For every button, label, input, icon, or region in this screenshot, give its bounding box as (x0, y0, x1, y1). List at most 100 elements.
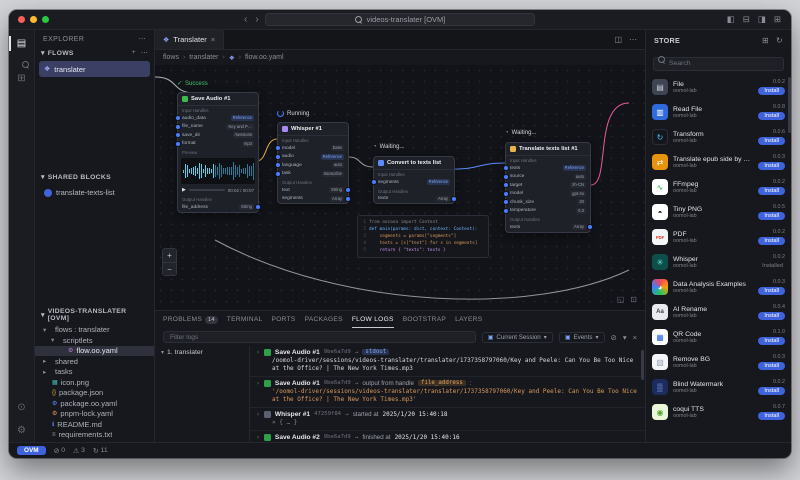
install-button[interactable]: Install (758, 137, 785, 145)
zoom-in-button[interactable]: + (163, 249, 176, 262)
clear-logs-icon[interactable] (611, 333, 617, 342)
store-scrollbar[interactable] (788, 76, 791, 133)
tree-item[interactable]: tasks (35, 367, 154, 378)
install-button[interactable]: Install (758, 187, 785, 195)
handle-row[interactable]: format mp3 (175, 140, 258, 149)
log-entry[interactable]: Save Audio #1 9be6a7d9 stdout /oomol-dri… (250, 346, 645, 377)
handle-row[interactable]: file_name Key and P… (175, 123, 258, 132)
scriptlet-code-editor[interactable]: 1 from oocana import Context 2 def main(… (357, 215, 489, 258)
zoom-out-button[interactable]: − (163, 262, 176, 275)
node-convert-to-texts-list[interactable]: Convert to texts list Input Handles segm… (371, 156, 457, 204)
settings-gear-icon[interactable] (9, 425, 34, 436)
tree-item[interactable]: ⚙ package.oo.yaml (35, 398, 154, 409)
panel-tab[interactable]: TERMINAL (227, 311, 263, 328)
explorer-activity-icon[interactable] (9, 36, 34, 51)
store-item[interactable]: PDF PDF oomol-lab 0.0.2 Install (652, 225, 785, 250)
tree-item[interactable]: {} package.json (35, 388, 154, 399)
session-select[interactable]: Current Session (481, 331, 553, 343)
tree-item[interactable]: scriptlets (35, 335, 154, 346)
explorer-more-icon[interactable] (139, 35, 146, 43)
install-button[interactable]: Install (758, 412, 785, 420)
handle-row[interactable]: source auto (503, 173, 590, 182)
play-icon[interactable] (182, 187, 186, 193)
breadcrumb-file[interactable]: flow.oo.yaml (245, 54, 284, 61)
collapse-panel-icon[interactable] (623, 333, 627, 342)
expander-icon[interactable] (256, 379, 260, 387)
waveform[interactable] (181, 158, 255, 184)
command-center[interactable]: videos-translater [OVM] (265, 13, 535, 26)
expander-icon[interactable] (256, 433, 260, 441)
store-search-input[interactable] (653, 56, 784, 71)
tree-item[interactable]: shared (35, 356, 154, 367)
install-button[interactable]: Install (758, 362, 785, 370)
filter-logs-input[interactable] (163, 331, 476, 343)
log-entry[interactable]: Save Audio #1 9be6a7d9 output from handl… (250, 377, 645, 408)
handle-row[interactable]: temperature 0.3 (503, 207, 590, 216)
toggle-panel-icon[interactable] (743, 14, 750, 25)
handle-row[interactable]: target zh-CN (503, 181, 590, 190)
store-item[interactable]: ∿ FFmpeg oomol-lab 0.0.2 Install (652, 175, 785, 200)
tree-item[interactable]: ℹ README.md (35, 419, 154, 430)
zoom-window-button[interactable] (42, 16, 49, 23)
add-flow-icon[interactable] (132, 49, 136, 57)
flows-more-icon[interactable] (141, 49, 148, 57)
log-tree-item[interactable]: 1. translater (161, 349, 243, 356)
store-grid-icon[interactable] (762, 36, 769, 45)
store-item[interactable]: ⇄ Translate epub side by side oomol-lab … (652, 150, 785, 175)
handle-row[interactable]: audio Reference (275, 153, 348, 162)
handle-row[interactable]: task transcribe (275, 170, 348, 179)
store-item[interactable]: ↻ Transform oomol-lab 0.0.6 Install (652, 125, 785, 150)
panel-tab[interactable]: BOOTSTRAP (403, 311, 446, 328)
extensions-activity-icon[interactable] (9, 73, 34, 84)
tree-item[interactable]: ▦ icon.png (35, 377, 154, 388)
install-button[interactable]: Install (758, 112, 785, 120)
store-item[interactable]: ▧ Remove BG oomol-lab 0.0.3 Install (652, 350, 785, 375)
store-item[interactable]: ▦ QR Code oomol-lab 0.1.0 Install (652, 325, 785, 350)
sidebar-item-translater[interactable]: translater (39, 61, 150, 77)
store-item[interactable]: ◕ Data Analysis Examples oomol-lab 0.0.3… (652, 275, 785, 300)
editor-more-icon[interactable] (629, 35, 637, 44)
close-tab-icon[interactable] (211, 35, 215, 44)
handle-row[interactable]: texts Reference (503, 164, 590, 173)
handle-row[interactable]: segments Array (278, 195, 351, 204)
install-button[interactable]: Install (758, 312, 785, 320)
handle-row[interactable]: texts Array (506, 223, 593, 232)
handle-row[interactable]: save_dir /sessions (175, 131, 258, 140)
split-editor-icon[interactable] (614, 35, 622, 44)
shared-blocks-header[interactable]: SHARED BLOCKS (35, 170, 154, 184)
handle-row[interactable]: chunk_size 20 (503, 198, 590, 207)
log-entry[interactable]: Save Audio #2 9be6a7d9 finished at 2025/… (250, 431, 645, 442)
logs-scrollbar[interactable] (641, 350, 644, 380)
log-list[interactable]: Save Audio #1 9be6a7d9 stdout /oomol-dri… (250, 346, 645, 442)
events-select[interactable]: Events (558, 331, 605, 343)
store-item[interactable]: ◓ Tiny PNG oomol-lab 0.0.5 Install (652, 200, 785, 225)
toggle-secondary-sidebar-icon[interactable] (758, 14, 766, 25)
panel-tab[interactable]: PORTS (272, 311, 296, 328)
sidebar-item-translate-texts-list[interactable]: translate-texts-list (39, 185, 150, 200)
panel-tab[interactable]: LAYERS (455, 311, 482, 328)
install-button[interactable]: Install (758, 387, 785, 395)
tree-item[interactable]: ≡ requirements.txt (35, 430, 154, 441)
remote-indicator[interactable]: OVM (17, 446, 46, 455)
install-button[interactable]: Install (758, 337, 785, 345)
panel-tab[interactable]: PROBLEMS 14 (163, 311, 218, 328)
node-save-audio[interactable]: Save Audio #1 Input Handles audio_data R… (175, 92, 261, 213)
node-translate-texts-list[interactable]: Translate texts list #1 Input Handles te… (503, 142, 593, 233)
store-refresh-icon[interactable] (776, 36, 783, 45)
panel-tab[interactable]: FLOW LOGS (352, 311, 394, 328)
back-icon[interactable] (244, 14, 247, 25)
install-button[interactable]: Install (758, 237, 785, 245)
minimize-window-button[interactable] (30, 16, 37, 23)
panel-tab[interactable]: PACKAGES (305, 311, 343, 328)
install-button[interactable]: Install (758, 87, 785, 95)
toggle-primary-sidebar-icon[interactable] (727, 14, 735, 25)
handle-row[interactable]: segments Reference (371, 178, 454, 187)
tree-item[interactable]: ⚙ flow.oo.yaml (35, 345, 154, 356)
tree-item[interactable]: flows : translater (35, 325, 154, 336)
flows-section-header[interactable]: FLOWS (35, 46, 154, 60)
breadcrumb-flows[interactable]: flows (163, 54, 179, 61)
tab-translater[interactable]: Translater (155, 30, 225, 49)
handle-row[interactable]: audio_data Reference (175, 114, 258, 123)
handle-row[interactable]: texts Array (374, 195, 457, 204)
handle-row[interactable]: language auto (275, 161, 348, 170)
